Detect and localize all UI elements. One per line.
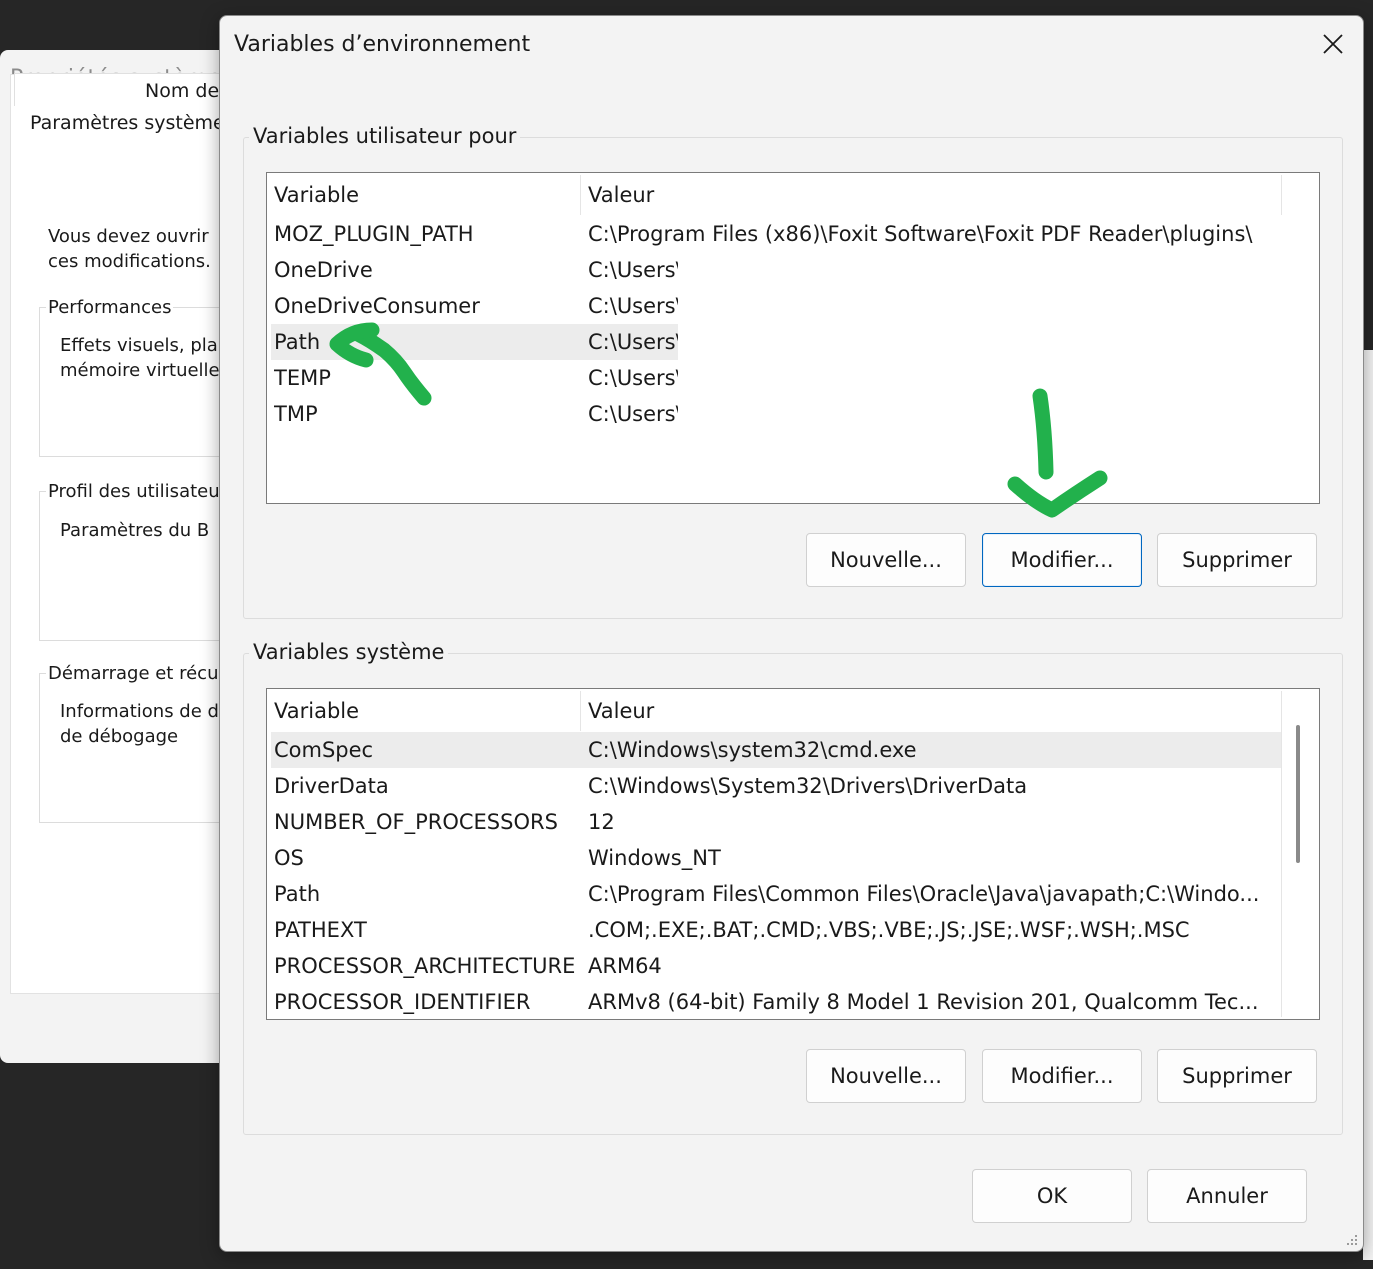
arrow-down-annotation <box>1007 388 1108 518</box>
annotation-layer <box>329 322 1108 518</box>
arrow-left-annotation <box>329 322 432 406</box>
